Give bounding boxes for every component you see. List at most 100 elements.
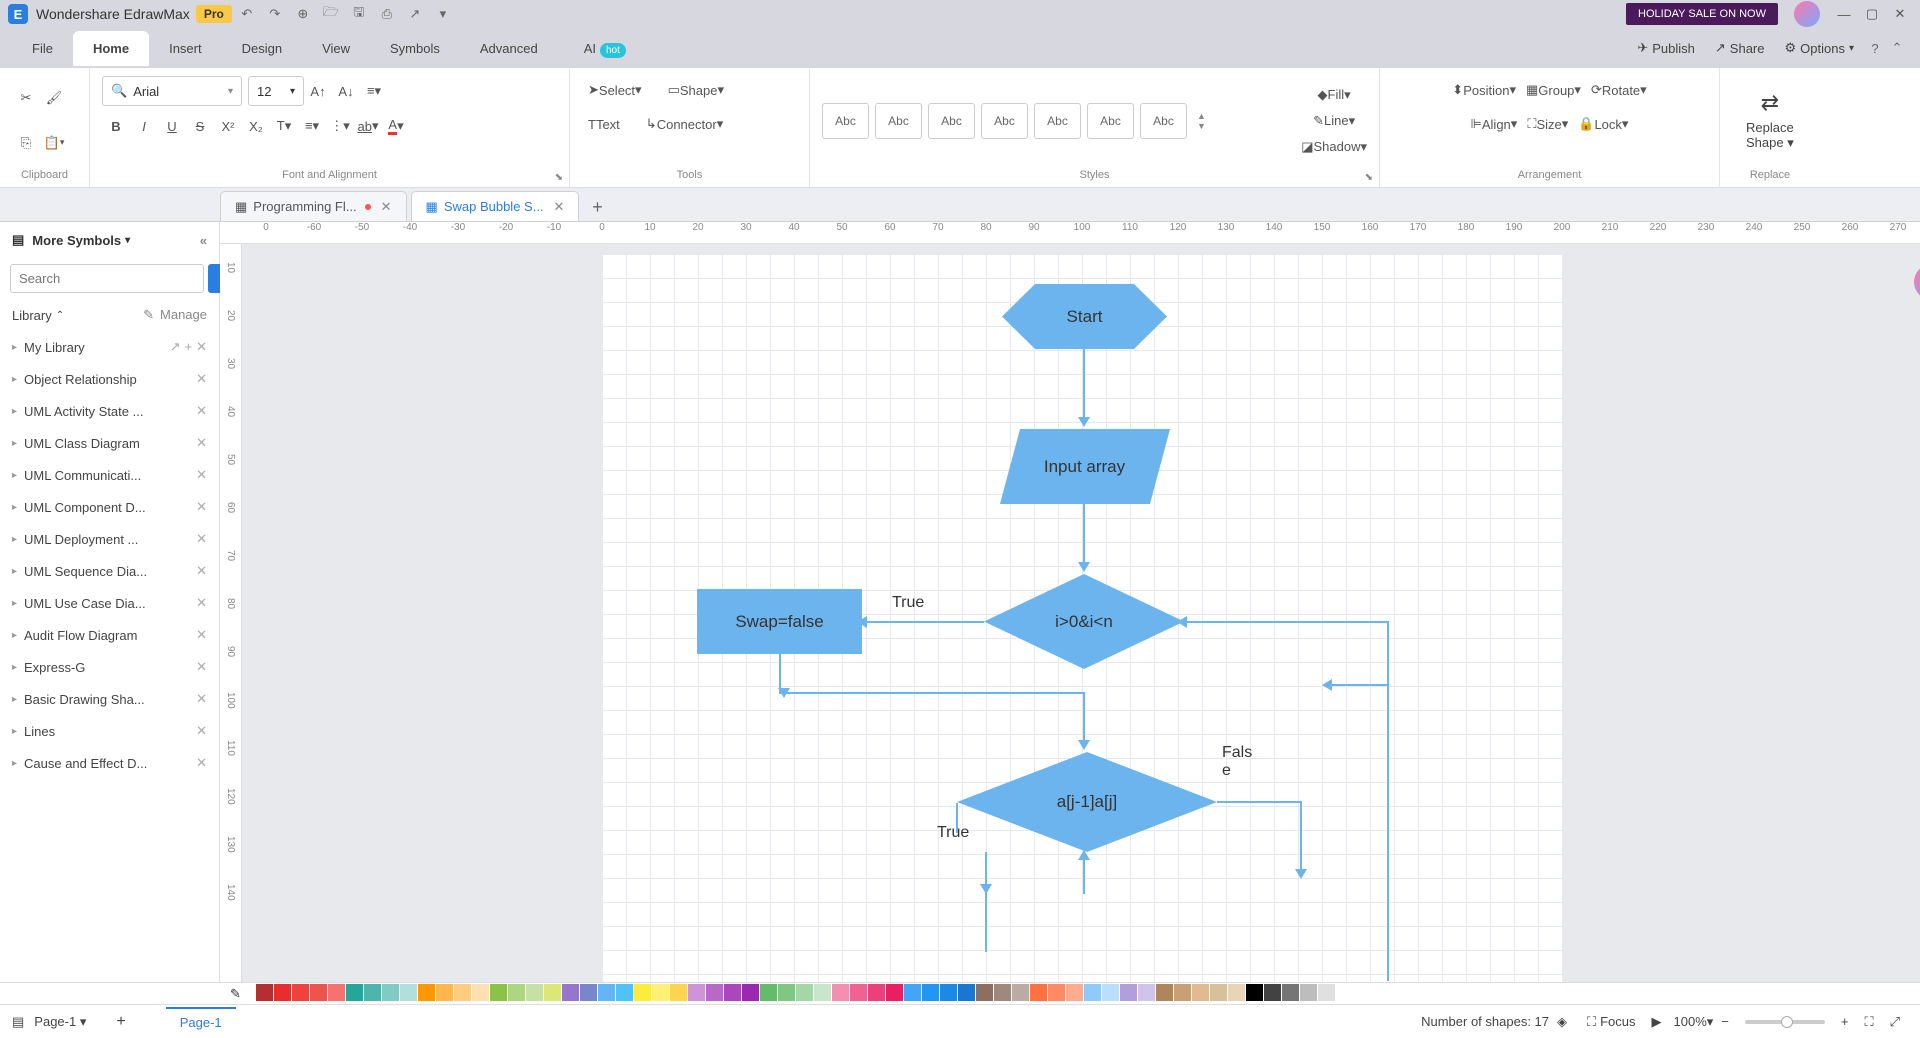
connector[interactable] bbox=[1083, 854, 1085, 894]
color-swatch[interactable] bbox=[526, 984, 543, 1001]
page[interactable]: Start Input array i>0&i<n True Swap=fals… bbox=[602, 254, 1562, 982]
color-swatch[interactable] bbox=[742, 984, 759, 1001]
color-swatch[interactable] bbox=[310, 984, 327, 1001]
holiday-banner[interactable]: HOLIDAY SALE ON NOW bbox=[1626, 3, 1778, 25]
save-button[interactable]: 🖫 bbox=[346, 3, 372, 25]
color-swatch[interactable] bbox=[886, 984, 903, 1001]
increase-font-button[interactable]: A↑ bbox=[304, 77, 332, 105]
font-color-button[interactable]: A▾ bbox=[382, 112, 410, 140]
manage-button[interactable]: Manage bbox=[160, 307, 207, 323]
color-swatch[interactable] bbox=[256, 984, 273, 1001]
color-swatch[interactable] bbox=[472, 984, 489, 1001]
add-icon[interactable]: + bbox=[185, 339, 193, 355]
color-swatch[interactable] bbox=[850, 984, 867, 1001]
text-tool[interactable]: T Text bbox=[582, 110, 626, 138]
new-button[interactable]: ⊕ bbox=[290, 3, 316, 25]
color-swatch[interactable] bbox=[544, 984, 561, 1001]
color-swatch[interactable] bbox=[1156, 984, 1173, 1001]
color-swatch[interactable] bbox=[1012, 984, 1029, 1001]
shadow-button[interactable]: ◪ Shadow ▾ bbox=[1301, 136, 1367, 158]
color-swatch[interactable] bbox=[688, 984, 705, 1001]
connector[interactable] bbox=[1083, 349, 1085, 419]
sidebar-item[interactable]: ▸UML Use Case Dia...✕ bbox=[0, 587, 219, 619]
color-swatch[interactable] bbox=[1084, 984, 1101, 1001]
color-swatch[interactable] bbox=[292, 984, 309, 1001]
shape-decision-2[interactable]: a[j-1]a[j] bbox=[957, 752, 1217, 852]
close-icon[interactable]: ✕ bbox=[196, 403, 207, 419]
tab-ai[interactable]: AIhot bbox=[564, 31, 646, 66]
bold-button[interactable]: B bbox=[102, 112, 130, 140]
sidebar-item[interactable]: ▸UML Sequence Dia...✕ bbox=[0, 555, 219, 587]
color-swatch[interactable] bbox=[274, 984, 291, 1001]
format-painter-button[interactable]: 🖌 bbox=[40, 84, 68, 112]
connector[interactable] bbox=[1327, 684, 1387, 686]
color-swatch[interactable] bbox=[634, 984, 651, 1001]
shape-start[interactable]: Start bbox=[1002, 284, 1167, 349]
page-layout-icon[interactable]: ▤ bbox=[12, 1014, 24, 1030]
color-swatch[interactable] bbox=[796, 984, 813, 1001]
color-swatch[interactable] bbox=[1192, 984, 1209, 1001]
minimize-button[interactable]: — bbox=[1832, 3, 1856, 25]
maximize-button[interactable]: ▢ bbox=[1860, 3, 1884, 25]
color-swatch[interactable] bbox=[958, 984, 975, 1001]
sidebar-item[interactable]: ▸UML Class Diagram✕ bbox=[0, 427, 219, 459]
library-toggle[interactable]: Library bbox=[12, 308, 52, 323]
qat-more[interactable]: ▾ bbox=[430, 3, 456, 25]
style-preset-6[interactable]: Abc bbox=[1087, 103, 1134, 139]
color-swatch[interactable] bbox=[868, 984, 885, 1001]
color-swatch[interactable] bbox=[328, 984, 345, 1001]
color-swatch[interactable] bbox=[994, 984, 1011, 1001]
italic-button[interactable]: I bbox=[130, 112, 158, 140]
color-swatch[interactable] bbox=[508, 984, 525, 1001]
style-preset-2[interactable]: Abc bbox=[875, 103, 922, 139]
close-tab-icon[interactable]: ✕ bbox=[381, 199, 392, 215]
help-button[interactable]: ? bbox=[1864, 41, 1886, 56]
zoom-out-button[interactable]: − bbox=[1713, 1014, 1737, 1029]
open-icon[interactable]: ↗ bbox=[170, 339, 181, 355]
connector[interactable] bbox=[985, 852, 987, 952]
close-icon[interactable]: ✕ bbox=[196, 435, 207, 451]
tab-design[interactable]: Design bbox=[222, 31, 302, 66]
color-swatch[interactable] bbox=[454, 984, 471, 1001]
decrease-font-button[interactable]: A↓ bbox=[332, 77, 360, 105]
align-button[interactable]: ⊫ Align▾ bbox=[1471, 110, 1518, 138]
close-icon[interactable]: ✕ bbox=[196, 371, 207, 387]
color-swatch[interactable] bbox=[724, 984, 741, 1001]
line-spacing-button[interactable]: ≡▾ bbox=[298, 112, 326, 140]
color-swatch[interactable] bbox=[670, 984, 687, 1001]
color-swatch[interactable] bbox=[418, 984, 435, 1001]
focus-button[interactable]: ⛶Focus bbox=[1579, 1014, 1644, 1030]
paste-button[interactable]: 📋▾ bbox=[40, 129, 68, 157]
color-swatch[interactable] bbox=[814, 984, 831, 1001]
play-button[interactable]: ▶ bbox=[1644, 1014, 1674, 1030]
connector[interactable] bbox=[1083, 504, 1085, 564]
page-select[interactable]: Page-1 ▾ bbox=[34, 1014, 86, 1030]
color-swatch[interactable] bbox=[778, 984, 795, 1001]
superscript-button[interactable]: X² bbox=[214, 112, 242, 140]
styles-launcher[interactable]: ⬊ bbox=[1365, 172, 1373, 183]
connector[interactable] bbox=[1083, 692, 1085, 742]
collapse-sidebar-button[interactable]: « bbox=[200, 233, 207, 248]
bullets-button[interactable]: ⋮▾ bbox=[326, 112, 354, 140]
color-swatch[interactable] bbox=[652, 984, 669, 1001]
color-swatch[interactable] bbox=[1138, 984, 1155, 1001]
connector[interactable] bbox=[1387, 621, 1389, 981]
close-icon[interactable]: ✕ bbox=[196, 595, 207, 611]
share-button[interactable]: ↗Share bbox=[1705, 34, 1775, 62]
color-swatch[interactable] bbox=[1174, 984, 1191, 1001]
sidebar-item[interactable]: ▸UML Component D...✕ bbox=[0, 491, 219, 523]
tab-symbols[interactable]: Symbols bbox=[370, 31, 460, 66]
collapse-ribbon-button[interactable]: ⌃ bbox=[1886, 40, 1908, 56]
line-button[interactable]: ✎ Line ▾ bbox=[1301, 110, 1367, 132]
color-swatch[interactable] bbox=[976, 984, 993, 1001]
add-tab-button[interactable]: + bbox=[583, 193, 611, 221]
cut-button[interactable]: ✂ bbox=[12, 84, 40, 112]
fit-page-button[interactable]: ⛶ bbox=[1856, 1014, 1881, 1030]
subscript-button[interactable]: X₂ bbox=[242, 112, 270, 140]
canvas[interactable]: Start Input array i>0&i<n True Swap=fals… bbox=[242, 244, 1920, 982]
connector[interactable] bbox=[1217, 801, 1302, 803]
zoom-in-button[interactable]: + bbox=[1833, 1014, 1857, 1029]
close-icon[interactable]: ✕ bbox=[196, 531, 207, 547]
color-swatch[interactable] bbox=[1030, 984, 1047, 1001]
export-button[interactable]: ↗ bbox=[402, 3, 428, 25]
